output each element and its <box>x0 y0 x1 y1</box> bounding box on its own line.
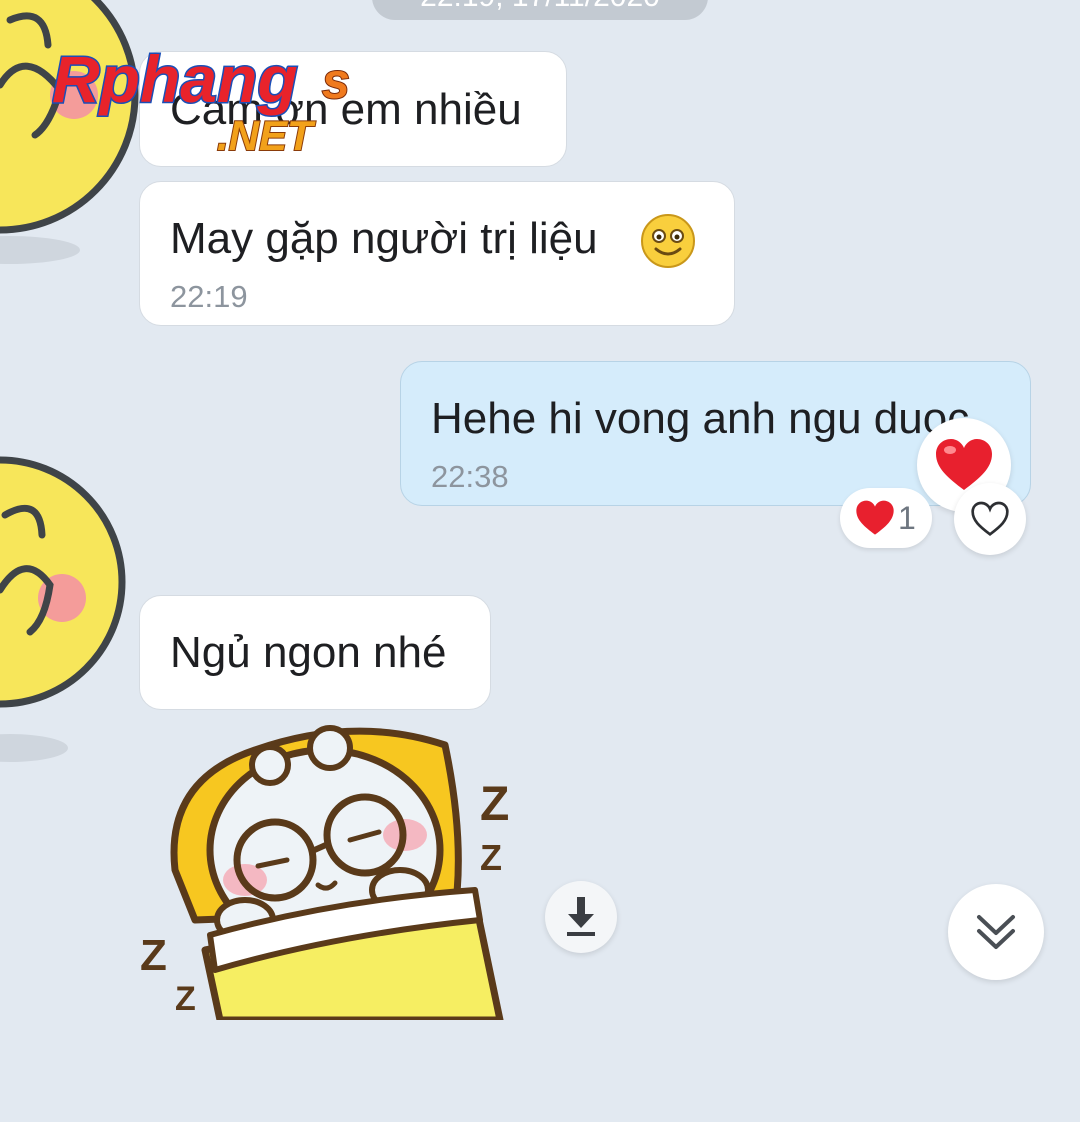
like-button[interactable] <box>954 483 1026 555</box>
zzz-letter: Z <box>480 837 502 878</box>
svg-text:Rphang: Rphang <box>52 42 298 116</box>
download-icon <box>567 897 595 936</box>
message-bubble[interactable]: May gặp người trị liệu 22:19 <box>139 181 735 326</box>
download-button[interactable] <box>545 881 617 953</box>
message-text: May gặp người trị liệu <box>170 214 598 263</box>
message-time: 22:38 <box>431 459 509 494</box>
sleeping-bear-sticker[interactable]: Z Z Z Z <box>135 720 535 1020</box>
scroll-to-bottom-button[interactable] <box>948 884 1044 980</box>
scroll-down-icon <box>977 915 1015 949</box>
sender-avatar-2[interactable] <box>0 420 140 770</box>
svg-text:s: s <box>322 53 350 109</box>
reaction-count-badge[interactable]: 1 <box>840 488 932 548</box>
like-heart-icon <box>971 501 1009 537</box>
zzz-letter: Z <box>175 980 196 1018</box>
message-text: Hehe hi vong anh ngu duoc <box>431 394 970 443</box>
zzz-letter: Z <box>480 778 509 831</box>
heart-icon <box>856 500 894 535</box>
zzz-letter: Z <box>140 931 167 980</box>
message-text: Ngủ ngon nhé <box>170 628 447 677</box>
message-bubble[interactable]: Ngủ ngon nhé <box>139 595 491 710</box>
svg-text:.NET: .NET <box>217 112 316 158</box>
date-separator: 22:19, 17/11/2020 <box>372 0 708 20</box>
reaction-count: 1 <box>898 500 916 536</box>
message-time: 22:19 <box>170 279 248 314</box>
smiling-face-emoji <box>641 214 695 268</box>
watermark-logo: Rphang s .NET <box>52 41 351 159</box>
